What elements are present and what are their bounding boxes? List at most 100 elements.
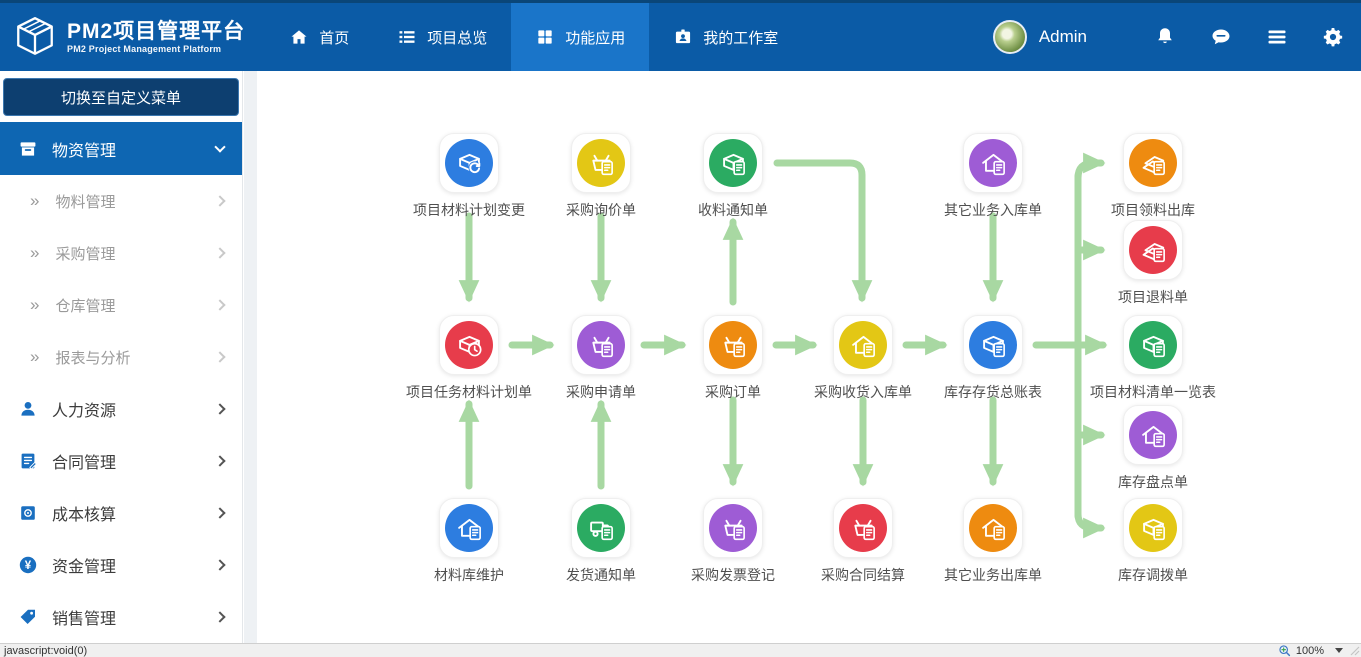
house-doc-icon — [839, 321, 887, 369]
app-subtitle: PM2 Project Management Platform — [67, 44, 245, 54]
flow-node[interactable]: 库存盘点单 — [1073, 405, 1233, 492]
flow-node-tile — [439, 315, 499, 375]
status-link-text: javascript:void(0) — [4, 645, 87, 657]
basket-doc-icon — [709, 504, 757, 552]
sidebar: 切换至自定义菜单 物资管理 » 物料管理 » 采购管理 » 仓库管理 » 报表与… — [0, 71, 243, 643]
switch-menu-button[interactable]: 切换至自定义菜单 — [3, 78, 239, 116]
app-title: PM2项目管理平台 — [67, 20, 245, 43]
chevron-right-icon — [214, 507, 225, 518]
truck-doc-icon — [577, 504, 625, 552]
safe-icon — [18, 503, 38, 523]
settings-button[interactable] — [1321, 25, 1345, 49]
contract-icon — [18, 451, 38, 471]
flow-node[interactable]: 项目材料清单一览表 — [1073, 315, 1233, 402]
nav-item-label: 项目总览 — [427, 27, 487, 48]
sidebar-item-label: 仓库管理 — [55, 295, 115, 316]
cube-logo-icon — [12, 14, 58, 60]
box-doc-icon — [1129, 321, 1177, 369]
chevron-down-icon — [214, 141, 225, 152]
flow-node-tile — [833, 315, 893, 375]
user-avatar[interactable] — [993, 20, 1027, 54]
flow-node-tile — [963, 498, 1023, 558]
flow-node[interactable]: 其它业务出库单 — [913, 498, 1073, 585]
sidebar-item-warehouse-mgmt[interactable]: » 仓库管理 — [0, 279, 242, 331]
tag-icon — [18, 607, 38, 627]
flow-node[interactable]: 项目领料出库 — [1073, 133, 1233, 220]
sidebar-item-reports-analysis[interactable]: » 报表与分析 — [0, 331, 242, 383]
basket-doc-icon — [839, 504, 887, 552]
house-doc-icon — [969, 139, 1017, 187]
flow-node-label: 采购订单 — [705, 382, 761, 402]
flow-node[interactable]: 库存存货总账表 — [913, 315, 1073, 402]
sidebar-group-cost[interactable]: 成本核算 — [0, 487, 242, 539]
sidebar-group-label: 人力资源 — [52, 397, 116, 421]
chevron-right-icon — [214, 351, 225, 362]
flow-node[interactable]: 收料通知单 — [653, 133, 813, 220]
sidebar-group-hr[interactable]: 人力资源 — [0, 383, 242, 435]
flow-node[interactable]: 库存调拨单 — [1073, 498, 1233, 585]
nav-item-label: 功能应用 — [565, 27, 625, 48]
apps-grid-icon — [535, 27, 555, 47]
sidebar-item-label: 采购管理 — [55, 243, 115, 264]
box-clock-icon — [445, 321, 493, 369]
double-chevron-icon: » — [30, 347, 39, 367]
double-chevron-icon: » — [30, 295, 39, 315]
main-nav: 首页 项目总览 功能应用 我的工作室 — [265, 3, 802, 71]
project-list-icon — [397, 27, 417, 47]
hamburger-icon — [1265, 25, 1289, 49]
flow-node-label: 项目领料出库 — [1111, 200, 1195, 220]
person-icon — [18, 399, 38, 419]
zoom-level-value: 100% — [1296, 645, 1324, 657]
flow-node[interactable]: 其它业务入库单 — [913, 133, 1073, 220]
chat-bubble-icon — [1209, 25, 1233, 49]
user-name[interactable]: Admin — [1039, 27, 1087, 47]
steel-doc-icon — [1129, 139, 1177, 187]
flow-node-tile — [1123, 220, 1183, 280]
nav-item-project-overview[interactable]: 项目总览 — [373, 3, 511, 71]
sidebar-group-funds[interactable]: ¥ 资金管理 — [0, 539, 242, 591]
sidebar-group-label: 成本核算 — [52, 501, 116, 525]
resize-grip[interactable] — [1350, 646, 1360, 656]
flow-node-label: 采购收货入库单 — [814, 382, 912, 402]
flow-node-label: 收料通知单 — [698, 200, 768, 220]
flow-node-tile — [963, 315, 1023, 375]
flow-node-tile — [439, 498, 499, 558]
nav-item-label: 首页 — [319, 27, 349, 48]
sidebar-item-material-mgmt[interactable]: » 物料管理 — [0, 175, 242, 227]
flow-node-label: 项目材料计划变更 — [413, 200, 525, 220]
flow-node-tile — [833, 498, 893, 558]
flow-node-label: 库存存货总账表 — [944, 382, 1042, 402]
sidebar-group-contracts[interactable]: 合同管理 — [0, 435, 242, 487]
archive-box-icon — [18, 139, 38, 159]
chevron-right-icon — [214, 559, 225, 570]
sidebar-group-label: 合同管理 — [52, 449, 116, 473]
flow-node-tile — [1123, 405, 1183, 465]
flow-node-label: 库存盘点单 — [1118, 472, 1188, 492]
messages-button[interactable] — [1209, 25, 1233, 49]
chevron-right-icon — [214, 299, 225, 310]
app-logo[interactable]: PM2项目管理平台 PM2 Project Management Platfor… — [0, 3, 259, 71]
zoom-control[interactable]: 100% — [1278, 644, 1357, 657]
notifications-button[interactable] — [1153, 25, 1177, 49]
nav-item-home[interactable]: 首页 — [265, 3, 373, 71]
nav-item-label: 我的工作室 — [703, 27, 778, 48]
nav-item-my-workroom[interactable]: 我的工作室 — [649, 3, 802, 71]
sidebar-group-materials[interactable]: 物资管理 — [0, 122, 242, 175]
zoom-dropdown-caret[interactable] — [1335, 648, 1343, 653]
workroom-badge-icon — [673, 27, 693, 47]
menu-button[interactable] — [1265, 25, 1289, 49]
zoom-magnifier-icon — [1278, 644, 1291, 657]
flow-node-tile — [571, 315, 631, 375]
flow-node[interactable]: 项目退料单 — [1073, 220, 1233, 307]
sidebar-group-sales[interactable]: 销售管理 — [0, 591, 242, 643]
flow-node-tile — [1123, 498, 1183, 558]
nav-item-function-apps[interactable]: 功能应用 — [511, 3, 649, 71]
chevron-right-icon — [214, 403, 225, 414]
house-doc-icon — [969, 504, 1017, 552]
top-navbar: PM2项目管理平台 PM2 Project Management Platfor… — [0, 0, 1361, 71]
double-chevron-icon: » — [30, 191, 39, 211]
flow-node-label: 项目材料清单一览表 — [1090, 382, 1216, 402]
sidebar-item-purchase-mgmt[interactable]: » 采购管理 — [0, 227, 242, 279]
flow-node-label: 项目退料单 — [1118, 287, 1188, 307]
sidebar-group-label: 物资管理 — [52, 137, 116, 161]
